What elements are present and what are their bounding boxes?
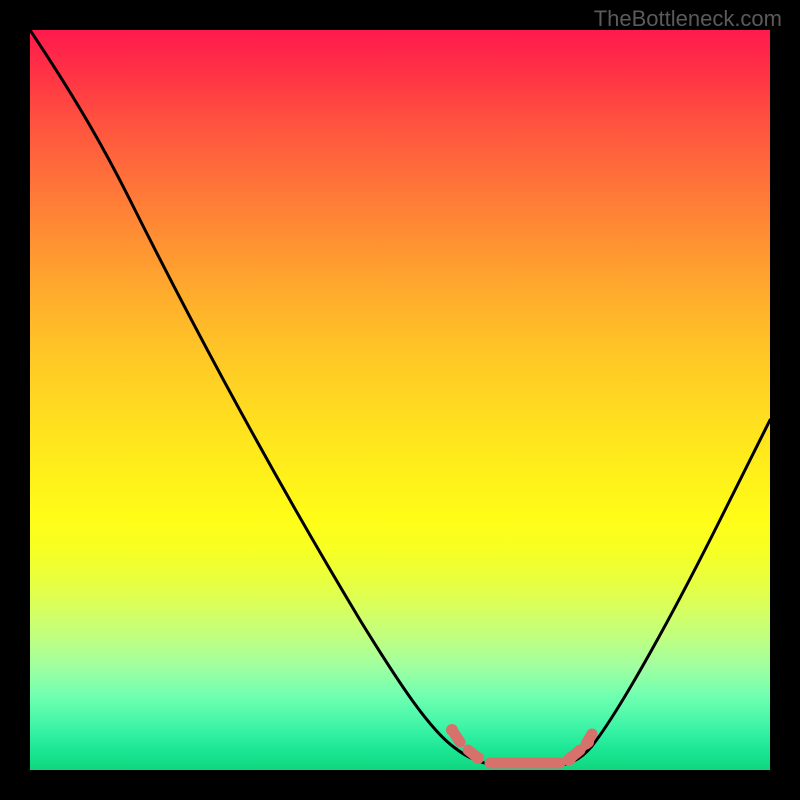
chart-svg bbox=[30, 30, 770, 770]
plot-area bbox=[30, 30, 770, 770]
watermark-text: TheBottleneck.com bbox=[594, 6, 782, 32]
bottleneck-curve bbox=[30, 30, 770, 765]
